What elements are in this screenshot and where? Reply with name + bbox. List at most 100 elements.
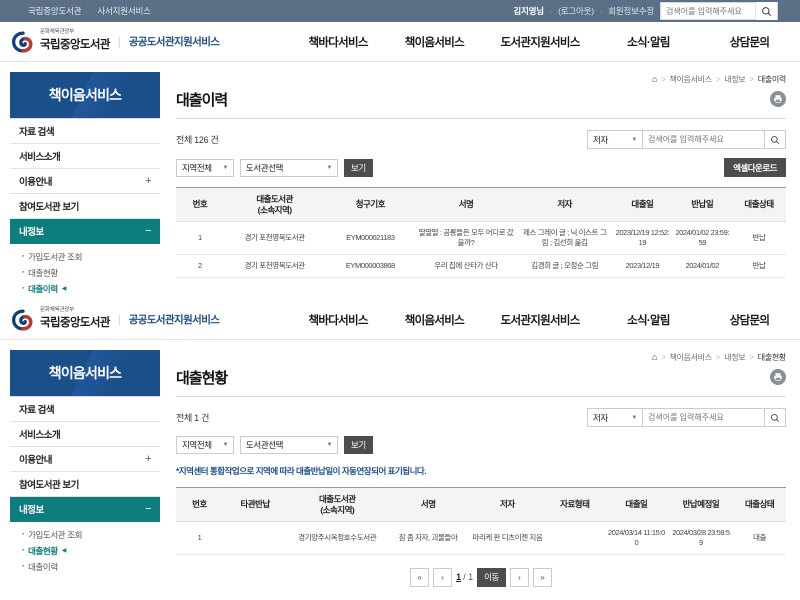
cell-other-return: [222, 521, 288, 555]
nav-item-inquiry[interactable]: 상담문의: [699, 34, 800, 50]
sidebar-subitem-joined-libraries[interactable]: ▪ 가입도서관 조회: [22, 527, 160, 543]
search-type-select[interactable]: 저자 ▼: [587, 408, 643, 427]
region-select[interactable]: 지역전체 ▼: [176, 436, 234, 454]
cell-due-date: 2024/03/28 23:59:59: [668, 521, 734, 555]
breadcrumb-item-3: 대출현황: [757, 352, 787, 362]
print-button[interactable]: [770, 91, 786, 107]
th-library: 대출도서관 (소속지역): [223, 186, 326, 223]
nav-item-news[interactable]: 소식·알림: [598, 312, 699, 328]
nav-item-library-support[interactable]: 도서관지원서비스: [482, 34, 597, 50]
nav-item-library-support[interactable]: 도서관지원서비스: [482, 312, 597, 328]
library-select[interactable]: 도서관선택 ▼: [240, 436, 338, 454]
table-row[interactable]: 1 경기 포천영북도서관 EYM000021183 딸딸딸 : 공룡들은 모두 …: [176, 221, 786, 255]
keyword-search-button[interactable]: [765, 408, 786, 427]
table-header-row: 번호 대출도서관 (소속지역) 청구기호 서명 저자 대출일 반납일 대출상태: [176, 186, 786, 223]
logout-link[interactable]: (로그아웃): [558, 5, 594, 17]
region-select[interactable]: 지역전체 ▼: [176, 158, 234, 177]
pagination-prev-button[interactable]: ‹: [433, 567, 453, 587]
global-navigation: 책바다서비스 책이음서비스 도서관지원서비스 소식·알림 상담문의: [290, 34, 800, 50]
pagination-last-button[interactable]: »: [532, 567, 552, 587]
th-no: 번호: [176, 486, 223, 523]
chevron-down-icon: ▼: [326, 164, 332, 171]
table-row[interactable]: 2 경기 포천영북도서관 EYM000003868 우리 집에 산타가 산다 김…: [176, 254, 786, 278]
breadcrumb: ⌂ > 책이음서비스 > 내정보 > 대출이력: [176, 72, 786, 86]
cell-author: 마리케 판 디츠이젠 지음: [469, 521, 546, 555]
sidebar-subitem-loan-status[interactable]: ▪ 대출현황: [22, 265, 160, 281]
th-status: 대출상태: [733, 486, 786, 523]
sidebar-item-my-info[interactable]: 내정보 −: [10, 497, 160, 522]
breadcrumb-item-1[interactable]: 책이음서비스: [669, 352, 712, 363]
sidebar-item-label: 참여도서관 보기: [19, 480, 79, 491]
sidebar-subitem-loan-history[interactable]: ▪ 대출이력: [22, 559, 160, 575]
breadcrumb-item-2[interactable]: 내정보: [724, 352, 745, 363]
pagination-next-button[interactable]: ›: [509, 567, 529, 587]
sidebar-item-usage-guide[interactable]: 이용안내 +: [10, 169, 160, 194]
utility-link-nlk[interactable]: 국립중앙도서관: [28, 5, 82, 17]
home-icon[interactable]: ⌂: [652, 74, 657, 84]
total-count-label: 전체 126 건: [176, 135, 219, 145]
keyword-search-button[interactable]: [765, 130, 786, 149]
cell-loan-date: 2024/03/14 11:15:00: [604, 521, 669, 555]
nav-item-chaekbada[interactable]: 책바다서비스: [290, 312, 386, 328]
global-search-button[interactable]: [755, 2, 777, 20]
breadcrumb-item-2[interactable]: 내정보: [724, 74, 745, 85]
sidebar-item-material-search[interactable]: 자료 검색: [10, 397, 160, 422]
separator-dot: ·: [599, 7, 603, 15]
sidebar-item-participating-libraries[interactable]: 참여도서관 보기: [10, 194, 160, 219]
pagination-current-page[interactable]: 1: [456, 572, 461, 582]
page-header: 대출이력: [176, 86, 786, 119]
search-icon: [771, 413, 780, 422]
sidebar: 책이음서비스 자료 검색 서비스소개 이용안내 + 참여도서관 보기 내정보 −…: [0, 72, 160, 297]
nav-item-chaekieum[interactable]: 책이음서비스: [386, 34, 482, 50]
sidebar-subitem-loan-history[interactable]: ▪ 대출이력 ◀: [22, 281, 160, 297]
keyword-search-input[interactable]: [648, 413, 759, 422]
excel-download-button[interactable]: 엑셀다운로드: [724, 158, 786, 177]
sidebar-subitem-label: 대출현황: [28, 546, 58, 556]
masthead: 문화체육관광부 국립중앙도서관 | 공공도서관지원서비스 책바다서비스 책이음서…: [0, 22, 800, 62]
bullet-icon: ▪: [22, 269, 25, 276]
page-loan-status-panel: 문화체육관광부 국립중앙도서관 | 공공도서관지원서비스 책바다서비스 책이음서…: [0, 300, 800, 600]
nav-item-chaekbada[interactable]: 책바다서비스: [290, 34, 386, 50]
th-author: 저자: [516, 186, 613, 223]
page-body: 책이음서비스 자료 검색 서비스소개 이용안내 + 참여도서관 보기 내정보 −…: [0, 340, 800, 587]
site-logo[interactable]: 문화체육관광부 국립중앙도서관 | 공공도서관지원서비스: [0, 307, 220, 331]
pagination-go-button[interactable]: 이동: [477, 567, 506, 587]
table-row[interactable]: 1 경기양주시옥정호수도서관 잠 좀 자자, 괴물들아 마리케 판 디츠이젠 지…: [176, 521, 786, 555]
sidebar-item-my-info[interactable]: 내정보 −: [10, 219, 160, 244]
site-logo[interactable]: 문화체육관광부 국립중앙도서관 | 공공도서관지원서비스: [0, 29, 220, 53]
view-button[interactable]: 보기: [344, 436, 373, 454]
home-icon[interactable]: ⌂: [652, 352, 657, 362]
print-button[interactable]: [770, 369, 786, 385]
search-type-select[interactable]: 저자 ▼: [587, 130, 643, 149]
breadcrumb-separator: >: [749, 352, 754, 362]
government-emblem-icon: [11, 309, 34, 331]
sidebar-item-participating-libraries[interactable]: 참여도서관 보기: [10, 472, 160, 497]
breadcrumb-item-1[interactable]: 책이음서비스: [669, 74, 712, 85]
library-select[interactable]: 도서관선택 ▼: [240, 158, 338, 177]
cell-title[interactable]: 우리 집에 산타가 산다: [415, 254, 517, 278]
edit-profile-link[interactable]: 회원정보수정: [608, 5, 654, 17]
sidebar-item-usage-guide[interactable]: 이용안내 +: [10, 447, 160, 472]
chevron-down-icon: ▼: [631, 136, 637, 143]
view-button[interactable]: 보기: [344, 158, 373, 177]
global-search-input[interactable]: [661, 6, 755, 16]
cell-loan-date: 2023/12/19: [612, 254, 673, 278]
sidebar-expander-minus-icon: −: [145, 503, 151, 515]
sidebar-item-material-search[interactable]: 자료 검색: [10, 119, 160, 144]
sidebar-expander-minus-icon: −: [145, 225, 151, 237]
sidebar-item-service-intro[interactable]: 서비스소개: [10, 144, 160, 169]
pagination-first-button[interactable]: «: [410, 567, 430, 587]
nav-item-inquiry[interactable]: 상담문의: [699, 312, 800, 328]
cell-title[interactable]: 잠 좀 자자, 괴물들아: [387, 521, 470, 555]
keyword-search-input[interactable]: [648, 135, 759, 144]
sidebar-subitem-joined-libraries[interactable]: ▪ 가입도서관 조회: [22, 249, 160, 265]
cell-title[interactable]: 딸딸딸 : 공룡들은 모두 어디로 갔을까?: [415, 221, 517, 255]
user-name-label: 김지영님: [513, 6, 544, 16]
sidebar-subitem-loan-status[interactable]: ▪ 대출현황 ◀: [22, 543, 160, 559]
nav-item-news[interactable]: 소식·알림: [598, 34, 699, 50]
toolbar-row: 전체 1 건 저자 ▼: [176, 397, 786, 427]
sidebar-item-service-intro[interactable]: 서비스소개: [10, 422, 160, 447]
nav-item-chaekieum[interactable]: 책이음서비스: [386, 312, 482, 328]
sidebar-menu: 자료 검색 서비스소개 이용안내 + 참여도서관 보기 내정보 −: [10, 396, 160, 522]
utility-link-librarian[interactable]: 사서지원서비스: [97, 5, 151, 17]
